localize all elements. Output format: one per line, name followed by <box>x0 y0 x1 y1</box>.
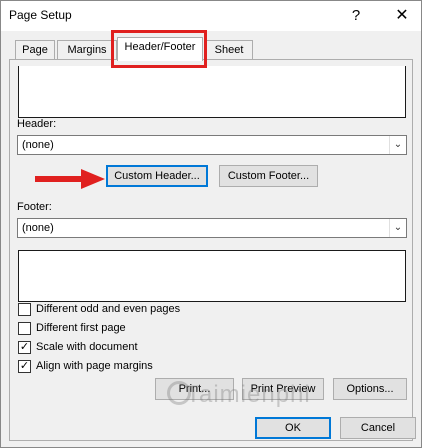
option-first-page-label: Different first page <box>36 322 126 334</box>
tab-sheet[interactable]: Sheet <box>205 40 253 60</box>
watermark-text: Taimienphi <box>186 381 311 408</box>
custom-footer-label: Custom Footer... <box>227 170 310 182</box>
cancel-button-label: Cancel <box>360 422 396 434</box>
tab-page[interactable]: Page <box>15 40 55 60</box>
header-select[interactable]: (none) ⌄ <box>17 135 407 155</box>
footer-preview <box>18 250 406 302</box>
header-preview <box>18 66 406 118</box>
tab-header-footer[interactable]: Header/Footer <box>117 37 203 61</box>
help-icon[interactable]: ? <box>343 3 369 29</box>
ok-button[interactable]: OK <box>255 417 331 439</box>
option-odd-even-label: Different odd and even pages <box>36 303 181 315</box>
ok-button-label: OK <box>285 422 301 434</box>
options-button-label: Options... <box>346 383 394 395</box>
option-scale-document-label: Scale with document <box>36 341 138 353</box>
checkbox-align-margins[interactable]: ✓ <box>18 360 31 373</box>
close-icon[interactable]: ✕ <box>389 3 415 29</box>
red-arrow-annotation-icon <box>35 169 105 189</box>
chevron-down-icon: ⌄ <box>389 219 406 237</box>
footer-label: Footer: <box>17 201 52 213</box>
header-select-value: (none) <box>22 139 54 151</box>
header-label: Header: <box>17 118 57 130</box>
checkbox-scale-document[interactable]: ✓ <box>18 341 31 354</box>
custom-footer-button[interactable]: Custom Footer... <box>219 165 318 187</box>
footer-select[interactable]: (none) ⌄ <box>17 218 407 238</box>
custom-header-button[interactable]: Custom Header... <box>106 165 208 187</box>
page-setup-dialog: Page Setup ? ✕ Page Margins Header/Foote… <box>0 0 422 448</box>
checkbox-first-page[interactable] <box>18 322 31 335</box>
cancel-button[interactable]: Cancel <box>340 417 416 439</box>
window-title: Page Setup <box>9 8 72 22</box>
custom-header-label: Custom Header... <box>114 170 200 182</box>
title-bar: Page Setup ? ✕ <box>1 1 421 31</box>
option-align-margins-label: Align with page margins <box>36 360 153 372</box>
checkbox-odd-even[interactable] <box>18 303 31 316</box>
tab-margins[interactable]: Margins <box>57 40 117 60</box>
tab-strip: Page Margins Header/Footer Sheet <box>13 37 413 61</box>
footer-select-value: (none) <box>22 222 54 234</box>
chevron-down-icon: ⌄ <box>389 136 406 154</box>
options-button[interactable]: Options... <box>333 378 407 400</box>
